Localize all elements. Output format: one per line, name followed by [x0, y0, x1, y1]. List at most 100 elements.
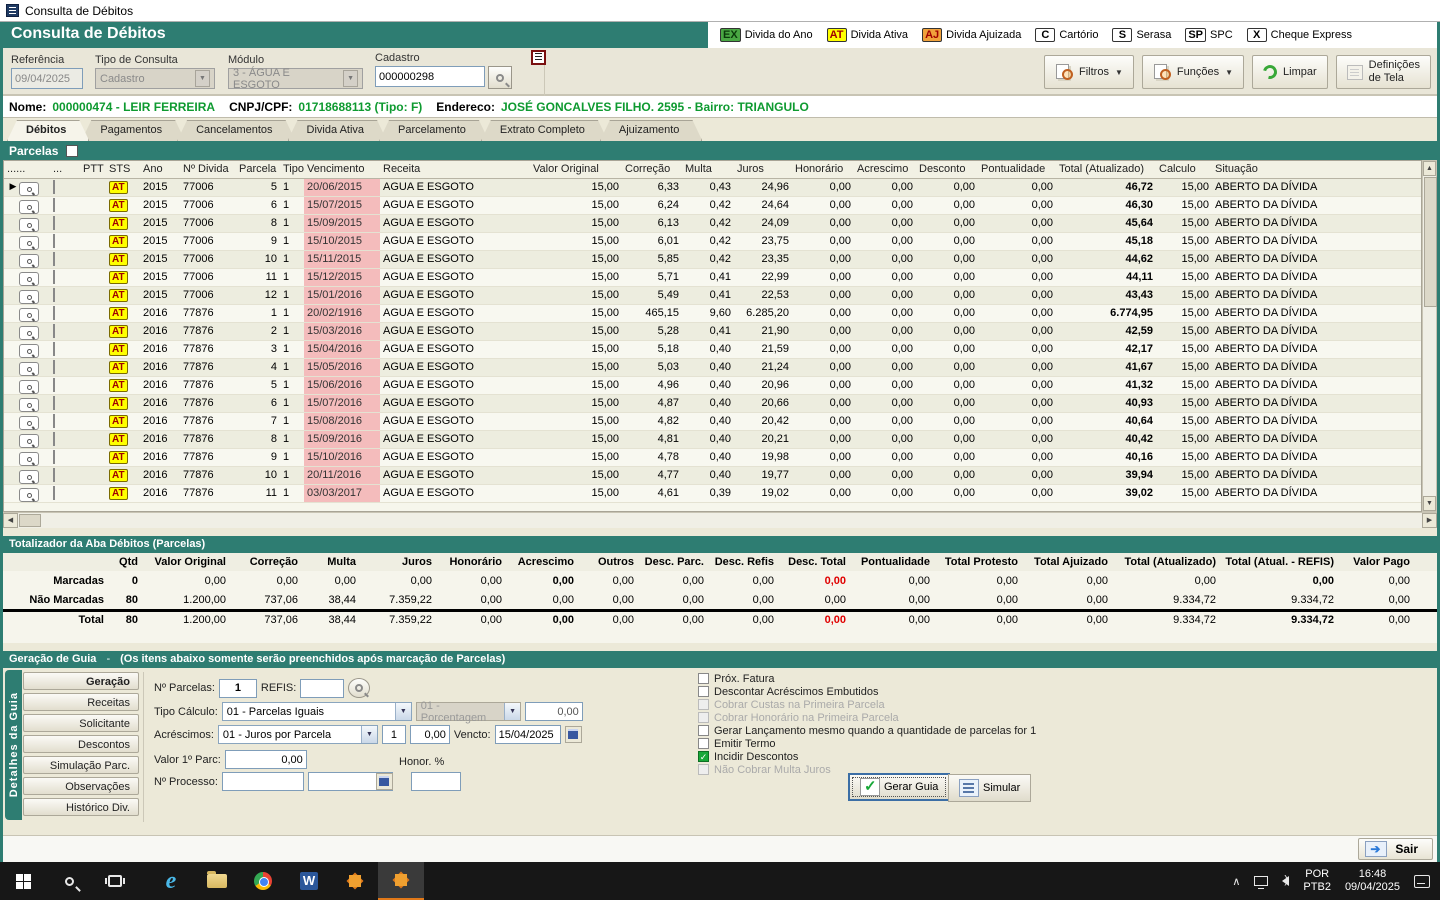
app-button-2-active[interactable] [378, 862, 424, 900]
file-explorer-button[interactable] [194, 862, 240, 900]
table-row[interactable]: AT 2015 77006 10 1 15/11/2015 AGUA E ESGOTO 15,… [4, 251, 1421, 269]
vencto-input[interactable] [494, 725, 561, 744]
column-header-valor[interactable]: Valor Original [530, 161, 622, 178]
scroll-left-icon[interactable]: ◀ [3, 513, 18, 528]
checkbox-emitir-termo[interactable] [698, 738, 709, 749]
porcentagem-input[interactable] [524, 702, 583, 721]
column-header-desconto[interactable]: Desconto [916, 161, 978, 178]
guia-nav-descontos[interactable]: Descontos [23, 735, 139, 753]
tab-pagamentos[interactable]: Pagamentos [81, 120, 185, 141]
acrescimos-qty-input[interactable] [381, 725, 406, 744]
row-detail-button[interactable] [19, 344, 39, 358]
column-header-tipo[interactable]: Tipo [280, 161, 304, 178]
calendar-icon[interactable] [564, 726, 582, 743]
column-header-chk[interactable]: ... [50, 161, 80, 178]
guia-nav-simula-o-parc-[interactable]: Simulação Parc. [23, 756, 139, 774]
calculator-icon[interactable] [375, 773, 393, 790]
tab-parcelamento[interactable]: Parcelamento [379, 120, 489, 141]
column-header-multa[interactable]: Multa [682, 161, 734, 178]
table-row[interactable]: AT 2016 77876 10 1 20/11/2016 AGUA E ESGOTO 15,… [4, 467, 1421, 485]
app-button-1[interactable] [332, 862, 378, 900]
row-detail-button[interactable] [19, 272, 39, 286]
hscroll-thumb[interactable] [19, 514, 41, 527]
row-checkbox[interactable] [53, 234, 55, 248]
modulo-select[interactable]: 3 - ÁGUA E ESGOTO ▼ [228, 67, 363, 91]
column-header-pontualidade[interactable]: Pontualidade [978, 161, 1056, 178]
gerar-guia-button[interactable]: Gerar Guia [848, 773, 951, 801]
table-row[interactable]: AT 2015 77006 11 1 15/12/2015 AGUA E ESGOTO 15,… [4, 269, 1421, 287]
scroll-up-icon[interactable]: ▲ [1423, 161, 1436, 176]
column-header-mag[interactable]: ...... [4, 161, 50, 178]
internet-explorer-button[interactable]: e [148, 862, 194, 900]
row-detail-button[interactable] [19, 470, 39, 484]
valor-primeira-parcela-input[interactable] [224, 750, 307, 769]
row-detail-button[interactable] [19, 326, 39, 340]
table-row[interactable]: AT 2015 77006 6 1 15/07/2015 AGUA E ESGOTO 15,0… [4, 197, 1421, 215]
table-row[interactable]: AT 2016 77876 7 1 15/08/2016 AGUA E ESGOTO 15,0… [4, 413, 1421, 431]
detalhes-guia-tab[interactable]: Detalhes da Guia [5, 670, 22, 820]
chrome-button[interactable] [240, 862, 286, 900]
guia-nav-observa-es[interactable]: Observações [23, 777, 139, 795]
row-detail-button[interactable] [19, 290, 39, 304]
checkbox-pr-x-fatura[interactable] [698, 673, 709, 684]
row-checkbox[interactable] [53, 180, 55, 194]
row-checkbox[interactable] [53, 486, 55, 500]
cadastro-list-icon[interactable] [531, 50, 546, 65]
table-row[interactable]: AT 2016 77876 1 1 20/02/1916 AGUA E ESGOTO 15,0… [4, 305, 1421, 323]
scroll-right-icon[interactable]: ▶ [1422, 513, 1437, 528]
tab-divida-ativa[interactable]: Divida Ativa [288, 120, 387, 141]
table-row[interactable]: AT 2015 77006 8 1 15/09/2015 AGUA E ESGOTO 15,0… [4, 215, 1421, 233]
refis-input[interactable] [300, 678, 345, 698]
checkbox-gerar-lan-amento-mesmo-quando-a-quantida[interactable] [698, 725, 709, 736]
column-header-sts[interactable]: STS [106, 161, 140, 178]
row-detail-button[interactable] [19, 362, 39, 376]
tab-cancelamentos[interactable]: Cancelamentos [177, 120, 295, 141]
column-header-correcao[interactable]: Correção [622, 161, 682, 178]
guia-nav-hist-rico-div-[interactable]: Histórico Div. [23, 798, 139, 816]
speaker-icon[interactable] [1282, 874, 1290, 886]
taskbar-search-button[interactable] [46, 862, 92, 900]
grid-horizontal-scrollbar[interactable]: ◀ ▶ [3, 512, 1437, 528]
tab-ajuizamento[interactable]: Ajuizamento [600, 120, 703, 141]
acrescimos-valor-input[interactable] [409, 725, 450, 744]
row-detail-button[interactable] [19, 416, 39, 430]
row-checkbox[interactable] [53, 450, 55, 464]
tab-extrato-completo[interactable]: Extrato Completo [481, 120, 608, 141]
column-header-honorario[interactable]: Honorário [792, 161, 854, 178]
row-checkbox[interactable] [53, 468, 55, 482]
column-header-total[interactable]: Total (Atualizado) [1056, 161, 1156, 178]
language-indicator[interactable]: POR PTB2 [1303, 868, 1331, 894]
guia-nav-gera-o[interactable]: Geração [23, 672, 139, 690]
row-checkbox[interactable] [53, 378, 55, 392]
acrescimos-select[interactable]: 01 - Juros por Parcela ▼ [217, 725, 378, 744]
table-row[interactable]: AT 2016 77876 4 1 15/05/2016 AGUA E ESGOTO 15,0… [4, 359, 1421, 377]
column-header-venc[interactable]: Vencimento [304, 161, 380, 178]
table-row[interactable]: AT 2016 77876 6 1 15/07/2016 AGUA E ESGOTO 15,0… [4, 395, 1421, 413]
row-checkbox[interactable] [53, 198, 55, 212]
cadastro-input[interactable] [375, 66, 485, 87]
row-detail-button[interactable] [19, 380, 39, 394]
column-header-situacao[interactable]: Situação [1212, 161, 1421, 178]
column-header-juros[interactable]: Juros [734, 161, 792, 178]
row-checkbox[interactable] [53, 414, 55, 428]
cadastro-search-button[interactable] [488, 66, 512, 89]
referencia-field[interactable] [11, 68, 83, 89]
row-checkbox[interactable] [53, 432, 55, 446]
checkbox-descontar-acr-scimos-embutidos[interactable] [698, 686, 709, 697]
tipo-calculo-select[interactable]: 01 - Parcelas Iguais ▼ [221, 702, 412, 721]
tipo-consulta-select[interactable]: Cadastro ▼ [95, 68, 215, 89]
guia-nav-receitas[interactable]: Receitas [23, 693, 139, 711]
row-checkbox[interactable] [53, 396, 55, 410]
column-header-ano[interactable]: Ano [140, 161, 180, 178]
table-row[interactable]: AT 2016 77876 9 1 15/10/2016 AGUA E ESGOTO 15,0… [4, 449, 1421, 467]
limpar-button[interactable]: Limpar [1252, 55, 1328, 89]
row-detail-button[interactable] [19, 308, 39, 322]
clock[interactable]: 16:48 09/04/2025 [1345, 868, 1400, 894]
column-header-parcela[interactable]: Parcela [236, 161, 280, 178]
row-detail-button[interactable] [19, 434, 39, 448]
row-detail-button[interactable] [19, 200, 39, 214]
row-checkbox[interactable] [53, 270, 55, 284]
filtros-button[interactable]: Filtros ▼ [1044, 55, 1134, 89]
funcoes-button[interactable]: Funções ▼ [1141, 55, 1245, 89]
scroll-down-icon[interactable]: ▼ [1423, 496, 1436, 511]
